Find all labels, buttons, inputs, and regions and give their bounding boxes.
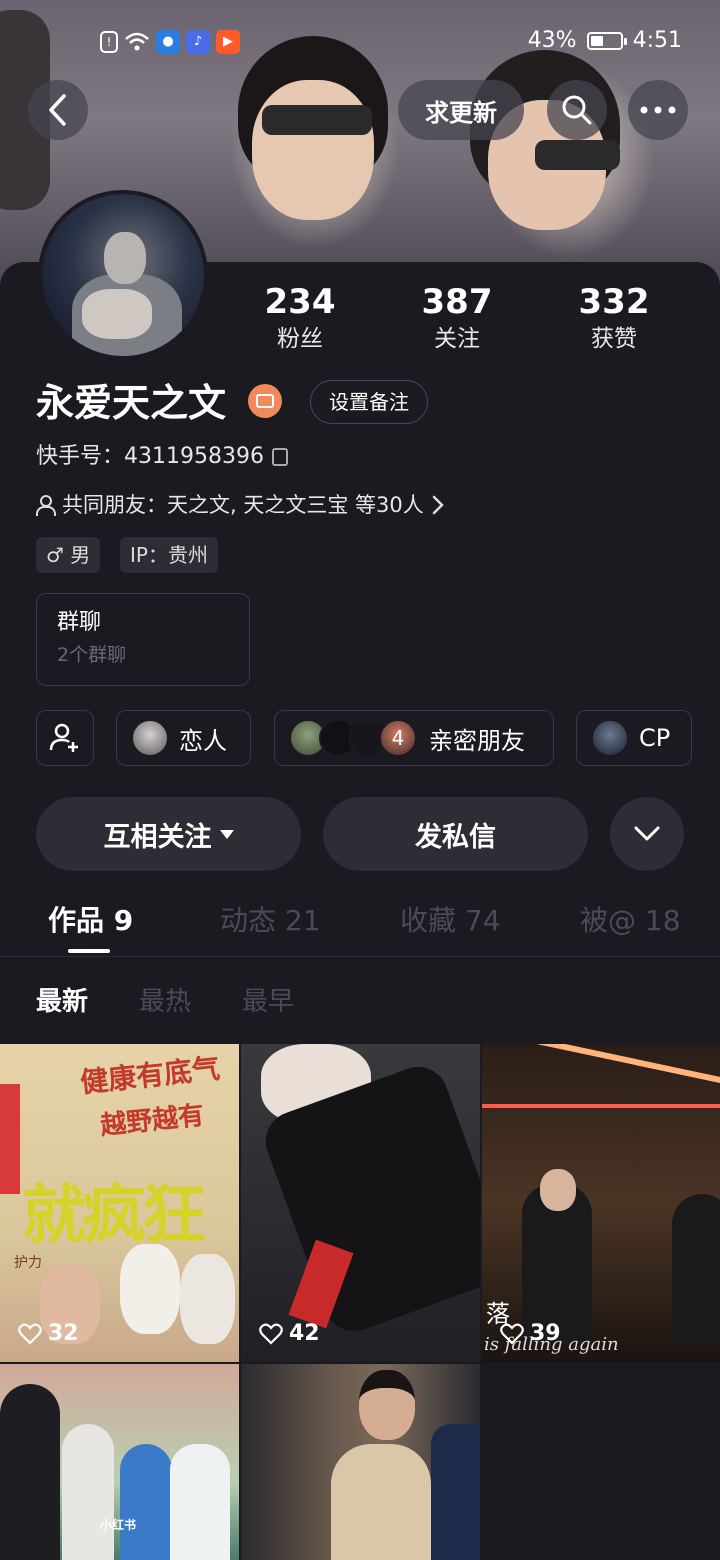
search-button[interactable] [547, 80, 607, 140]
video-tile[interactable]: 42 [241, 1044, 480, 1362]
gender-tag: ♂ 男 [36, 537, 101, 573]
stat-value: 234 [264, 282, 336, 322]
sort-latest[interactable]: 最新 [36, 984, 88, 1020]
group-chat-title: 群聊 [57, 610, 102, 635]
stat-label: 关注 [434, 326, 480, 352]
follow-label: 互相关注 [103, 821, 212, 853]
battery-percent: 43% [527, 28, 577, 53]
app-icon-music: ♪ [186, 30, 210, 54]
tab-mentions[interactable]: 被@ 18 [580, 901, 681, 941]
verified-badge-icon[interactable] [248, 384, 282, 418]
expand-button[interactable] [610, 797, 684, 871]
sort-earliest[interactable]: 最早 [242, 984, 294, 1020]
relation-count: 4 [391, 726, 405, 750]
group-chat-subtitle: 2个群聊 [57, 644, 127, 666]
heart-icon [500, 1323, 524, 1345]
mutual-friends-row[interactable]: 共同朋友：天之文, 天之文三宝 等30人 [36, 488, 444, 522]
search-icon [562, 95, 592, 125]
sim-alert-icon: ! [100, 31, 118, 53]
tab-works[interactable]: 作品 9 [48, 901, 133, 941]
video-banner-text: 健康有底气 [78, 1051, 222, 1100]
add-person-icon [49, 723, 78, 752]
tab-favorites[interactable]: 收藏 74 [400, 901, 501, 941]
request-update-button[interactable]: 求更新 [398, 80, 524, 140]
profile-name: 永爱天之文 [36, 381, 227, 425]
app-icon-browser: ● [156, 30, 180, 54]
content-tabs: 作品 9 动态 21 收藏 74 被@ 18 [0, 895, 720, 957]
avatar[interactable] [38, 190, 208, 360]
chevron-down-icon [634, 826, 660, 841]
stat-likes[interactable]: 332 获赞 [554, 282, 674, 356]
video-sub-text: 护力 [14, 1255, 42, 1271]
relation-label: 亲密朋友 [429, 726, 525, 755]
video-tile[interactable]: 小红书 [0, 1364, 239, 1560]
back-button[interactable] [28, 80, 88, 140]
avatar: 4 [379, 719, 417, 757]
kuaishou-id: 快手号：4311958396 [36, 444, 264, 469]
mutual-follow-button[interactable]: 互相关注 [36, 797, 301, 871]
message-label: 发私信 [415, 821, 496, 853]
avatar [591, 719, 629, 757]
stat-label: 粉丝 [277, 326, 323, 352]
ip-tag: IP：贵州 [120, 537, 218, 573]
video-banner-text: 越野越有 [98, 1100, 206, 1142]
add-relation-button[interactable] [36, 710, 94, 766]
like-count-value: 32 [48, 1321, 79, 1346]
relation-cp[interactable]: CP [576, 710, 692, 766]
caret-down-icon [219, 829, 234, 839]
stat-value: 332 [578, 282, 650, 322]
avatar [131, 719, 169, 757]
relation-lover[interactable]: 恋人 [116, 710, 251, 766]
person-icon [36, 495, 56, 516]
stat-fans[interactable]: 234 粉丝 [240, 282, 360, 356]
set-remark-button[interactable]: 设置备注 [310, 380, 428, 424]
clock: 4:51 [632, 28, 682, 53]
status-bar: ! ● ♪ ▶ 43% 4:51 [0, 28, 720, 58]
send-message-button[interactable]: 发私信 [323, 797, 588, 871]
more-button[interactable] [628, 80, 688, 140]
tab-moments[interactable]: 动态 21 [220, 901, 321, 941]
mutual-friends-text: 共同朋友：天之文, 天之文三宝 等30人 [62, 493, 424, 517]
chevron-right-icon [432, 495, 444, 515]
relation-label: CP [639, 724, 671, 752]
video-tile[interactable]: 落 is falling again 39 [482, 1044, 720, 1362]
video-tile[interactable] [241, 1364, 480, 1560]
wifi-icon [124, 31, 150, 53]
chevron-left-icon [49, 94, 66, 126]
stat-following[interactable]: 387 关注 [397, 282, 517, 356]
relation-label: 恋人 [179, 726, 227, 755]
heart-icon [259, 1323, 283, 1345]
battery-icon [586, 31, 627, 50]
like-count-value: 39 [530, 1321, 561, 1346]
like-count-value: 42 [289, 1321, 320, 1346]
relation-close-friends[interactable]: 4 亲密朋友 [274, 710, 554, 766]
like-count: 39 [500, 1321, 561, 1346]
watermark-text: 小红书 [100, 1518, 137, 1532]
more-dots-icon [640, 106, 676, 114]
group-chat-card[interactable]: 群聊 2个群聊 [36, 593, 250, 686]
stat-label: 获赞 [591, 326, 637, 352]
video-tile[interactable]: 健康有底气 越野越有 就疯狂 护力 32 [0, 1044, 239, 1362]
stat-value: 387 [421, 282, 493, 322]
like-count: 32 [18, 1321, 79, 1346]
sort-hottest[interactable]: 最热 [139, 984, 191, 1020]
app-icon-video: ▶ [216, 30, 240, 54]
copy-icon[interactable] [272, 448, 288, 466]
heart-icon [18, 1323, 42, 1345]
video-overlay-text: 就疯狂 [22, 1179, 206, 1253]
tab-indicator [68, 949, 110, 953]
like-count: 42 [259, 1321, 320, 1346]
